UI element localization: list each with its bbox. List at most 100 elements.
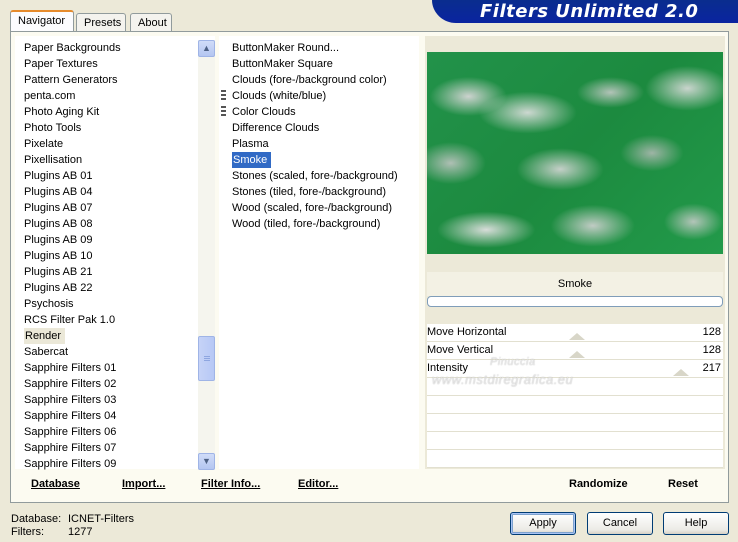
tab-navigator-label: Navigator <box>18 15 66 27</box>
filter-item[interactable]: Wood (scaled, fore-/background) <box>231 200 399 216</box>
category-item[interactable]: Plugins AB 22 <box>23 280 197 296</box>
category-label: Sapphire Filters 02 <box>24 378 117 390</box>
filter-info-button[interactable]: Filter Info... <box>201 478 260 490</box>
import-label: Import... <box>122 478 166 490</box>
filter-label: Difference Clouds <box>232 122 320 134</box>
category-item[interactable]: Paper Backgrounds <box>23 40 197 56</box>
scroll-down-button[interactable]: ▼ <box>198 453 215 470</box>
param-intensity[interactable]: Intensity 217 <box>427 360 723 378</box>
category-item[interactable]: Plugins AB 10 <box>23 248 197 264</box>
category-label: Sapphire Filters 06 <box>24 426 117 438</box>
tab-about[interactable]: About <box>130 13 172 32</box>
filter-item[interactable]: Clouds (white/blue) <box>221 88 399 104</box>
filter-label: Plasma <box>232 138 269 150</box>
category-label: Plugins AB 01 <box>24 170 93 182</box>
category-item[interactable]: Plugins AB 04 <box>23 184 197 200</box>
category-label: Sapphire Filters 03 <box>24 394 117 406</box>
param-value: 128 <box>702 326 721 338</box>
grip-line <box>204 356 210 357</box>
help-button[interactable]: Help <box>663 512 729 535</box>
slider-indicator-icon <box>569 351 585 358</box>
category-item[interactable]: Sapphire Filters 02 <box>23 376 197 392</box>
scroll-thumb[interactable] <box>198 336 215 381</box>
filter-item[interactable]: Clouds (fore-/background color) <box>231 72 399 88</box>
category-scrollbar[interactable]: ▲ ▼ <box>198 40 215 470</box>
database-button[interactable]: Database <box>31 478 80 490</box>
category-item[interactable]: Sapphire Filters 03 <box>23 392 197 408</box>
category-item[interactable]: Sapphire Filters 07 <box>23 440 197 456</box>
category-item[interactable]: Plugins AB 09 <box>23 232 197 248</box>
apply-button[interactable]: Apply <box>510 512 576 535</box>
filter-item[interactable]: Smoke <box>231 152 399 168</box>
category-label: Sapphire Filters 01 <box>24 362 117 374</box>
filters-count-value: 1277 <box>68 526 93 538</box>
category-item[interactable]: Plugins AB 07 <box>23 200 197 216</box>
apply-label: Apply <box>529 517 557 529</box>
param-label: Move Horizontal <box>427 326 507 338</box>
filter-item[interactable]: ButtonMaker Round... <box>231 40 399 56</box>
navigator-toolbar: Database Import... Filter Info... Editor… <box>15 469 725 499</box>
param-move-vertical[interactable]: Move Vertical 128 <box>427 342 723 360</box>
favorite-marker-icon <box>221 106 226 118</box>
category-item[interactable]: Sapphire Filters 06 <box>23 424 197 440</box>
filter-label: Clouds (white/blue) <box>232 90 327 102</box>
category-item[interactable]: Sapphire Filters 01 <box>23 360 197 376</box>
category-item[interactable]: Photo Aging Kit <box>23 104 197 120</box>
filter-label: Wood (scaled, fore-/background) <box>232 202 392 214</box>
param-empty-row <box>427 414 723 432</box>
category-label: Plugins AB 09 <box>24 234 93 246</box>
category-item[interactable]: Photo Tools <box>23 120 197 136</box>
progress-bar <box>427 296 723 307</box>
filter-item[interactable]: ButtonMaker Square <box>231 56 399 72</box>
filter-list[interactable]: ButtonMaker Round... ButtonMaker Square Cl… <box>219 36 419 469</box>
filter-name-text: Smoke <box>557 278 593 290</box>
tab-navigator[interactable]: Navigator <box>10 10 74 33</box>
category-item[interactable]: Render <box>23 328 197 344</box>
filter-item[interactable]: Wood (tiled, fore-/background) <box>231 216 399 232</box>
filter-item[interactable]: Stones (tiled, fore-/background) <box>231 184 399 200</box>
help-label: Help <box>684 517 708 529</box>
import-button[interactable]: Import... <box>122 478 165 490</box>
filter-item[interactable]: Plasma <box>231 136 399 152</box>
category-item[interactable]: Plugins AB 01 <box>23 168 197 184</box>
category-item[interactable]: Sabercat <box>23 344 197 360</box>
category-items: Paper Backgrounds Paper Textures Pattern G… <box>23 40 197 472</box>
randomize-button[interactable]: Randomize <box>569 478 628 490</box>
filter-label: Stones (tiled, fore-/background) <box>232 186 387 198</box>
category-item[interactable]: Plugins AB 21 <box>23 264 197 280</box>
category-label: Plugins AB 10 <box>24 250 93 262</box>
category-item[interactable]: Paper Textures <box>23 56 197 72</box>
filter-name-display: Smoke <box>427 272 723 296</box>
category-item[interactable]: Psychosis <box>23 296 197 312</box>
category-item[interactable]: Pixelate <box>23 136 197 152</box>
category-label: Photo Aging Kit <box>24 106 100 118</box>
category-label: Psychosis <box>24 298 74 310</box>
category-label: RCS Filter Pak 1.0 <box>24 314 116 326</box>
category-item[interactable]: Pixellisation <box>23 152 197 168</box>
filter-label: ButtonMaker Round... <box>232 42 340 54</box>
filter-item[interactable]: Difference Clouds <box>231 120 399 136</box>
param-empty-row <box>427 450 723 468</box>
category-label: Sapphire Filters 04 <box>24 410 117 422</box>
filter-item[interactable]: Color Clouds <box>221 104 399 120</box>
scroll-up-button[interactable]: ▲ <box>198 40 215 57</box>
category-list[interactable]: Paper Backgrounds Paper Textures Pattern G… <box>15 36 215 472</box>
category-item[interactable]: Sapphire Filters 04 <box>23 408 197 424</box>
tab-presets[interactable]: Presets <box>76 13 126 32</box>
filter-item[interactable]: Stones (scaled, fore-/background) <box>231 168 399 184</box>
param-empty-row <box>427 378 723 396</box>
tab-about-label: About <box>138 17 167 29</box>
category-item[interactable]: Plugins AB 08 <box>23 216 197 232</box>
category-label: Pixellisation <box>24 154 83 166</box>
cancel-button[interactable]: Cancel <box>587 512 653 535</box>
param-move-horizontal[interactable]: Move Horizontal 128 <box>427 324 723 342</box>
chevron-up-icon: ▲ <box>202 43 211 53</box>
category-item[interactable]: RCS Filter Pak 1.0 <box>23 312 197 328</box>
category-item[interactable]: Pattern Generators <box>23 72 197 88</box>
category-item[interactable]: penta.com <box>23 88 197 104</box>
category-label: Plugins AB 07 <box>24 202 93 214</box>
reset-button[interactable]: Reset <box>668 478 698 490</box>
editor-button[interactable]: Editor... <box>298 478 338 490</box>
param-label: Intensity <box>427 362 468 374</box>
chevron-down-icon: ▼ <box>202 456 211 466</box>
